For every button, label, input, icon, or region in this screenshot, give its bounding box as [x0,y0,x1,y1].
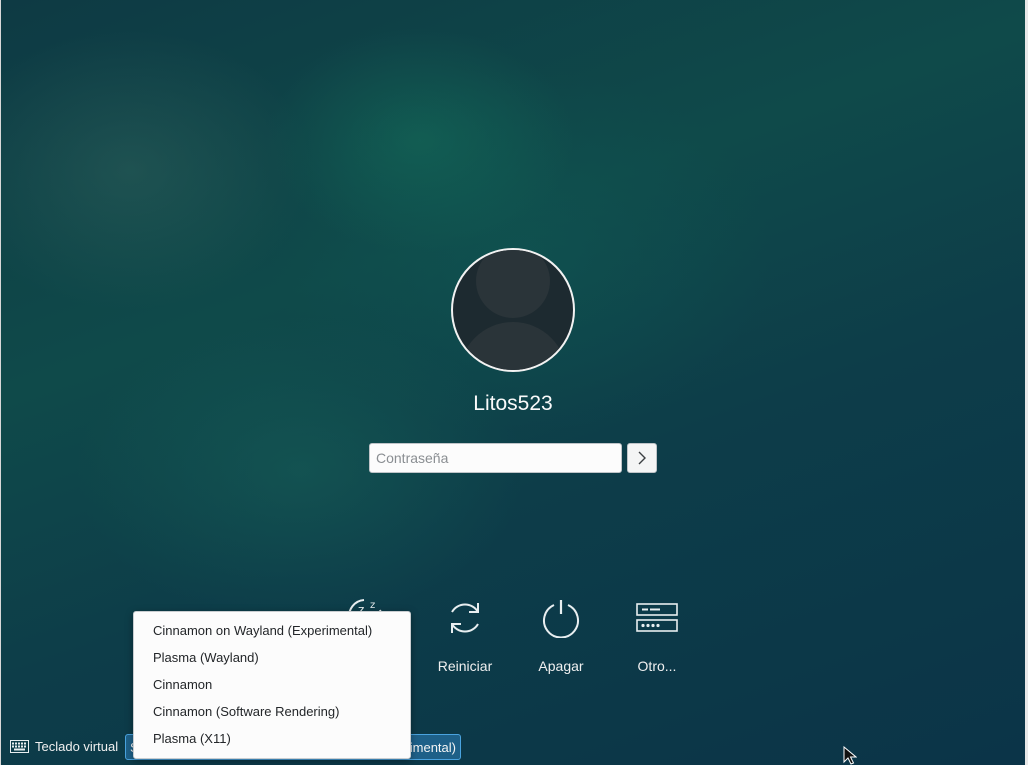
window-left-edge [0,0,1,765]
shutdown-icon [543,600,579,638]
restart-icon [451,603,479,633]
session-menu: Cinnamon on Wayland (Experimental) Plasm… [133,611,411,759]
session-option-plasma-wayland[interactable]: Plasma (Wayland) [134,644,410,671]
session-select-text-end: rimental) [405,740,456,755]
login-button[interactable] [627,443,657,473]
session-option-plasma-x11[interactable]: Plasma (X11) [134,725,410,752]
other-user-icon [636,603,678,632]
shutdown-label: Apagar [538,658,584,674]
session-option-cinnamon-wayland[interactable]: Cinnamon on Wayland (Experimental) [134,617,410,644]
username-label: Litos523 [473,392,553,415]
password-input[interactable] [369,443,622,473]
other-user-button[interactable]: Otro... [609,596,705,674]
restart-label: Reiniciar [437,658,493,674]
virtual-keyboard-button[interactable]: Teclado virtual [10,739,118,754]
mouse-cursor-icon [843,746,857,765]
virtual-keyboard-label: Teclado virtual [35,739,119,754]
avatar-body-shape [459,322,567,370]
keyboard-icon [10,740,29,753]
other-user-label: Otro... [637,658,677,674]
avatar-head-shape [476,250,550,318]
restart-button[interactable]: Reiniciar [417,596,513,674]
chevron-right-icon [638,451,646,465]
session-option-cinnamon[interactable]: Cinnamon [134,671,410,698]
session-option-cinnamon-software[interactable]: Cinnamon (Software Rendering) [134,698,410,725]
shutdown-button[interactable]: Apagar [513,596,609,674]
user-avatar[interactable] [451,248,575,372]
svg-text:z: z [370,600,375,611]
